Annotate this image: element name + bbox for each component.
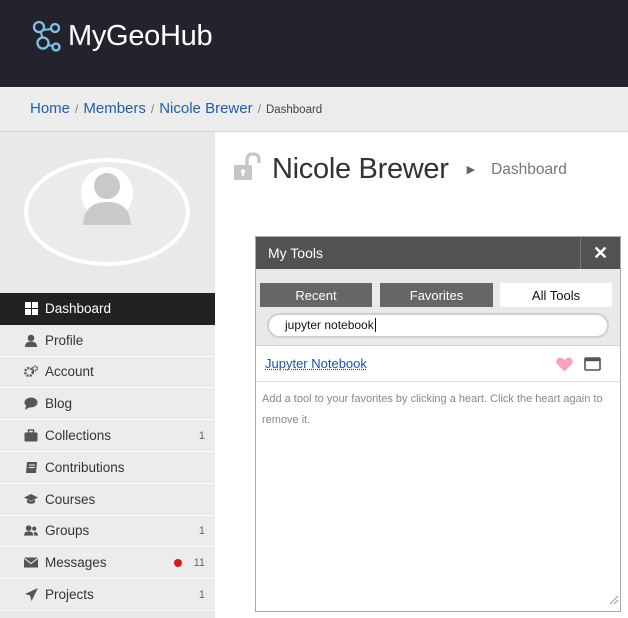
breadcrumb-home[interactable]: Home — [30, 100, 70, 117]
sidebar-item-label: Dashboard — [45, 300, 112, 316]
sidebar-item-collections[interactable]: Collections 1 — [0, 420, 215, 452]
logo-icon — [32, 20, 61, 52]
grid-icon — [24, 301, 38, 315]
briefcase-icon — [24, 429, 38, 443]
sidebar-item-label: Profile — [45, 332, 84, 348]
breadcrumb-separator: / — [257, 102, 261, 116]
sidebar-item-blog[interactable]: Blog — [0, 388, 215, 421]
sidebar-item-profile[interactable]: Profile — [0, 324, 215, 357]
site-header: MyGeoHub — [0, 0, 628, 87]
close-icon: ✕ — [592, 242, 609, 263]
panel-title: My Tools — [268, 245, 323, 261]
person-icon — [24, 333, 38, 347]
sidebar-menu: Dashboard Profile Account Blog Collectio… — [0, 293, 215, 611]
mortarboard-icon — [24, 492, 38, 506]
tool-link-jupyter-notebook[interactable]: Jupyter Notebook — [265, 356, 367, 371]
sidebar-item-label: Messages — [45, 555, 107, 571]
avatar[interactable] — [0, 132, 215, 293]
sidebar-item-projects[interactable]: Projects 1 — [0, 579, 215, 611]
gears-icon — [24, 365, 38, 379]
book-icon — [24, 460, 38, 474]
envelope-icon — [24, 556, 38, 570]
search-value: jupyter notebook — [285, 318, 374, 332]
site-logo[interactable]: MyGeoHub — [32, 20, 213, 53]
speech-bubble-icon — [24, 397, 38, 411]
page-header: Nicole Brewer ▶ Dashboard — [232, 152, 567, 187]
breadcrumb-member[interactable]: Nicole Brewer — [159, 100, 252, 117]
sidebar-item-label: Groups — [45, 523, 90, 539]
breadcrumb-bar: Home / Members / Nicole Brewer / Dashboard — [0, 87, 628, 132]
sidebar-item-label: Blog — [45, 396, 73, 412]
messages-count: 11 — [193, 556, 205, 569]
unlock-icon[interactable] — [232, 152, 264, 187]
sidebar: Dashboard Profile Account Blog Collectio… — [0, 132, 215, 618]
page-title: Nicole Brewer — [272, 153, 449, 185]
sidebar-item-account[interactable]: Account — [0, 356, 215, 389]
breadcrumb-separator: / — [75, 102, 79, 116]
sidebar-item-dashboard[interactable]: Dashboard — [0, 293, 215, 325]
breadcrumb: Home / Members / Nicole Brewer / Dashboard — [30, 100, 322, 117]
tab-recent[interactable]: Recent — [260, 283, 372, 307]
my-tools-panel: My Tools ✕ Recent Favorites All Tools ju… — [255, 236, 621, 612]
sidebar-item-label: Courses — [45, 491, 96, 507]
favorites-hint: Add a tool to your favorites by clicking… — [262, 393, 603, 426]
page-subtitle: Dashboard — [491, 160, 567, 178]
title-arrow-icon: ▶ — [466, 164, 476, 176]
collections-count: 1 — [198, 429, 205, 442]
avatar-area — [0, 132, 215, 293]
tool-search-input[interactable]: jupyter notebook — [267, 313, 609, 338]
breadcrumb-current: Dashboard — [265, 104, 323, 116]
projects-count: 1 — [198, 588, 205, 601]
close-button[interactable]: ✕ — [580, 237, 620, 269]
paper-plane-icon — [24, 588, 38, 602]
sidebar-item-contributions[interactable]: Contributions — [0, 451, 215, 484]
sidebar-item-label: Account — [45, 364, 94, 380]
groups-count: 1 — [198, 524, 205, 537]
tab-all-tools[interactable]: All Tools — [500, 283, 612, 307]
sidebar-item-label: Contributions — [45, 459, 125, 475]
text-cursor — [374, 318, 376, 332]
unread-dot — [174, 559, 182, 568]
sidebar-item-groups[interactable]: Groups 1 — [0, 515, 215, 548]
tab-favorites[interactable]: Favorites — [380, 283, 493, 307]
sidebar-item-messages[interactable]: Messages 11 — [0, 547, 215, 580]
breadcrumb-separator: / — [150, 102, 155, 116]
sidebar-item-courses[interactable]: Courses — [0, 483, 215, 516]
sidebar-item-label: Collections — [45, 428, 112, 444]
tool-result-row: Jupyter Notebook — [256, 346, 620, 382]
sidebar-item-label: Projects — [45, 587, 94, 603]
people-icon — [24, 524, 38, 538]
logo-text: MyGeoHub — [68, 20, 213, 52]
breadcrumb-members[interactable]: Members — [83, 100, 146, 117]
window-icon[interactable] — [584, 357, 601, 376]
panel-header: My Tools ✕ — [256, 237, 620, 269]
heart-icon[interactable] — [556, 357, 573, 377]
resize-handle-icon[interactable] — [607, 592, 619, 610]
